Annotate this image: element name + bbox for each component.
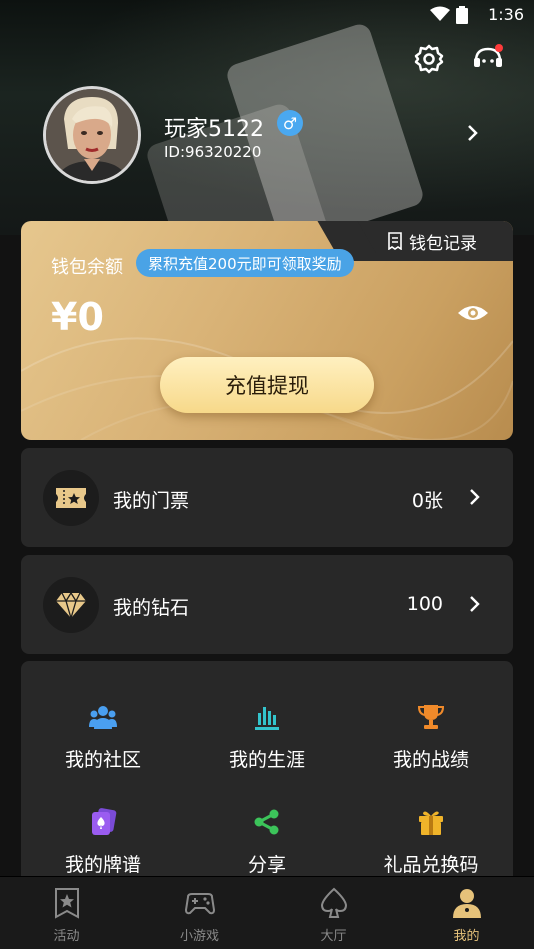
recharge-withdraw-button[interactable]: 充值提现 — [160, 357, 374, 413]
community-icon — [89, 706, 117, 729]
ticket-icon — [56, 488, 86, 508]
wallet-balance: ¥0 — [51, 295, 104, 339]
eye-icon[interactable] — [457, 303, 489, 323]
chevron-right-icon — [470, 489, 480, 505]
diamond-icon-wrap — [43, 577, 99, 633]
my-diamonds-label: 我的钻石 — [113, 597, 190, 619]
grid-item-record[interactable]: 我的战绩 — [349, 703, 513, 793]
grid-item-label: 我的生涯 — [228, 749, 305, 771]
chevron-right-icon[interactable] — [466, 123, 480, 143]
wallet-card: 钱包记录 钱包余额 累积充值200元即可领取奖励 ¥0 充值提现 — [21, 221, 513, 440]
customer-service-icon — [474, 44, 503, 67]
share-icon — [254, 809, 279, 835]
avatar-image — [46, 89, 138, 181]
career-chart-icon — [255, 707, 279, 730]
avatar[interactable] — [43, 86, 141, 184]
gift-icon — [419, 811, 443, 835]
grid-item-community[interactable]: 我的社区 — [21, 703, 185, 793]
my-diamonds-row[interactable]: 我的钻石 100 — [21, 555, 513, 654]
nav-tab-lobby[interactable]: 大厅 — [267, 877, 400, 949]
grid-item-career[interactable]: 我的生涯 — [185, 703, 349, 793]
grid-item-label: 分享 — [247, 854, 286, 876]
my-diamonds-count: 100 — [406, 593, 443, 615]
nav-label: 大厅 — [320, 929, 347, 944]
card-record-icon — [92, 808, 117, 835]
chevron-right-icon — [470, 596, 480, 612]
status-bar: 1:36 — [0, 0, 534, 30]
status-time: 1:36 — [488, 5, 524, 24]
gear-icon — [414, 44, 444, 74]
grid-item-label: 我的战绩 — [392, 749, 469, 771]
grid-item-label: 我的社区 — [64, 749, 141, 771]
user-id: ID:96320220 — [164, 143, 262, 161]
person-icon — [453, 889, 481, 918]
ticket-icon-wrap — [43, 470, 99, 526]
grid-item-label: 礼品兑换码 — [383, 854, 479, 876]
settings-button[interactable] — [412, 42, 446, 76]
nav-tab-minigames[interactable]: 小游戏 — [133, 877, 266, 949]
notification-dot — [495, 44, 503, 52]
wallet-record-label: 钱包记录 — [409, 233, 477, 254]
nav-tab-activity[interactable]: 活动 — [0, 877, 133, 949]
recharge-promo-badge[interactable]: 累积充值200元即可领取奖励 — [136, 249, 354, 277]
feature-grid: 我的社区 我的生涯 我的战绩 我的牌谱 分享 礼品兑换码 — [21, 661, 513, 891]
bottom-nav: 活动 小游戏 大厅 我的 — [0, 876, 534, 949]
male-gender-icon: ♂ — [277, 110, 303, 136]
nav-label: 小游戏 — [179, 929, 219, 944]
spade-icon — [320, 887, 348, 918]
receipt-icon — [388, 232, 402, 250]
activity-star-icon — [55, 888, 79, 919]
trophy-icon — [417, 705, 445, 729]
battery-icon — [456, 6, 468, 24]
nav-tab-mine[interactable]: 我的 — [400, 877, 533, 949]
my-tickets-label: 我的门票 — [113, 490, 190, 512]
diamond-icon — [56, 591, 86, 619]
grid-item-label: 我的牌谱 — [64, 854, 141, 876]
customer-service-button[interactable] — [471, 42, 505, 76]
wifi-icon — [430, 6, 450, 21]
username: 玩家5122 — [164, 117, 264, 142]
wallet-balance-label: 钱包余额 — [51, 257, 123, 278]
nav-label: 活动 — [53, 929, 80, 944]
my-tickets-row[interactable]: 我的门票 0张 — [21, 448, 513, 547]
my-tickets-count: 0张 — [411, 490, 443, 512]
nav-label: 我的 — [453, 929, 480, 944]
gamepad-icon — [184, 893, 216, 915]
wallet-record-button[interactable]: 钱包记录 — [351, 221, 513, 261]
